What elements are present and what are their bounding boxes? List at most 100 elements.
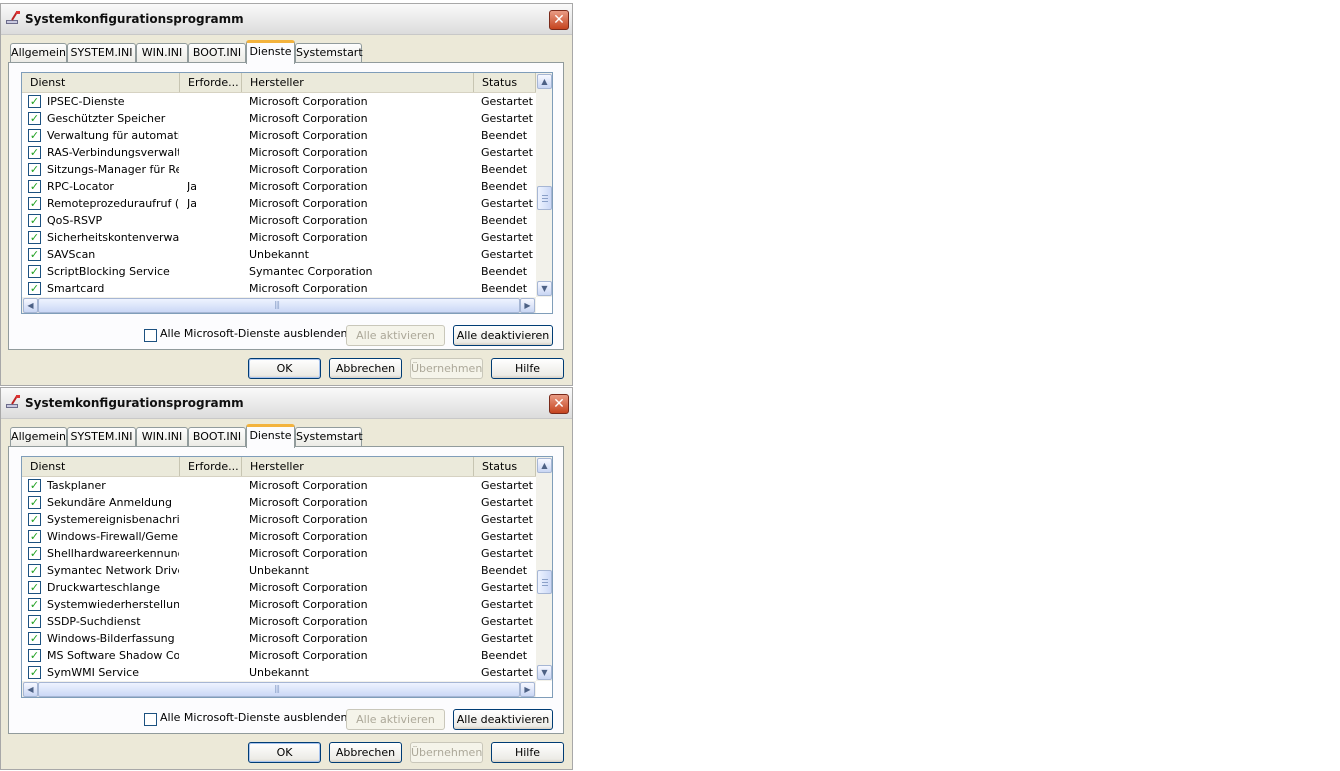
hide-microsoft-services-checkbox[interactable] bbox=[144, 329, 157, 342]
ok-button[interactable]: OK bbox=[248, 742, 321, 763]
horizontal-scrollbar[interactable]: ◀ ||| ▶ bbox=[22, 681, 536, 697]
tab-system-ini[interactable]: SYSTEM.INI bbox=[67, 427, 136, 446]
vertical-scrollbar[interactable]: ▲ ▼ bbox=[536, 73, 552, 297]
hide-microsoft-services-label[interactable]: Alle Microsoft-Dienste ausblenden bbox=[160, 327, 347, 340]
service-row[interactable]: ✓ Geschützter Speicher Microsoft Corpora… bbox=[22, 110, 536, 127]
hide-microsoft-services-checkbox[interactable] bbox=[144, 713, 157, 726]
scroll-down-arrow-icon[interactable]: ▼ bbox=[537, 665, 552, 680]
vertical-scroll-thumb[interactable] bbox=[537, 570, 552, 594]
scroll-up-arrow-icon[interactable]: ▲ bbox=[537, 458, 552, 473]
tab-allgemein[interactable]: Allgemein bbox=[10, 427, 67, 446]
service-enable-checkbox[interactable]: ✓ bbox=[28, 564, 41, 577]
service-enable-checkbox[interactable]: ✓ bbox=[28, 180, 41, 193]
service-row[interactable]: ✓ RAS-Verbindungsverwalt... Microsoft Co… bbox=[22, 144, 536, 161]
service-row[interactable]: ✓ SAVScan Unbekannt Gestartet bbox=[22, 246, 536, 263]
service-row[interactable]: ✓ Druckwarteschlange Microsoft Corporati… bbox=[22, 579, 536, 596]
service-row[interactable]: ✓ Sekundäre Anmeldung Microsoft Corporat… bbox=[22, 494, 536, 511]
cancel-button[interactable]: Abbrechen bbox=[329, 742, 402, 763]
scroll-down-arrow-icon[interactable]: ▼ bbox=[537, 281, 552, 296]
tab-dienste[interactable]: Dienste bbox=[246, 40, 295, 64]
service-row[interactable]: ✓ RPC-Locator Ja Microsoft Corporation B… bbox=[22, 178, 536, 195]
service-enable-checkbox[interactable]: ✓ bbox=[28, 248, 41, 261]
tab-allgemein[interactable]: Allgemein bbox=[10, 43, 67, 62]
hide-microsoft-services-label[interactable]: Alle Microsoft-Dienste ausblenden bbox=[160, 711, 347, 724]
horizontal-scroll-thumb[interactable]: ||| bbox=[38, 298, 520, 313]
service-enable-checkbox[interactable]: ✓ bbox=[28, 214, 41, 227]
horizontal-scrollbar[interactable]: ◀ ||| ▶ bbox=[22, 297, 536, 313]
service-row[interactable]: ✓ Taskplaner Microsoft Corporation Gesta… bbox=[22, 477, 536, 494]
column-header-vendor[interactable]: Hersteller bbox=[242, 457, 474, 476]
disable-all-button[interactable]: Alle deaktivieren bbox=[453, 709, 553, 730]
service-enable-checkbox[interactable]: ✓ bbox=[28, 282, 41, 295]
service-row[interactable]: ✓ Systemwiederherstellun... Microsoft Co… bbox=[22, 596, 536, 613]
scroll-right-arrow-icon[interactable]: ▶ bbox=[520, 682, 535, 697]
service-row[interactable]: ✓ Sicherheitskontenverwal... Microsoft C… bbox=[22, 229, 536, 246]
service-row[interactable]: ✓ Windows-Bilderfassung (... Microsoft C… bbox=[22, 630, 536, 647]
tab-win-ini[interactable]: WIN.INI bbox=[136, 43, 188, 62]
service-row[interactable]: ✓ Windows-Firewall/Gemei... Microsoft Co… bbox=[22, 528, 536, 545]
services-list[interactable]: Dienst Erforde... Hersteller Status ✓ IPSEC… bbox=[21, 72, 553, 314]
vertical-scroll-thumb[interactable] bbox=[537, 186, 552, 210]
help-button[interactable]: Hilfe bbox=[491, 742, 564, 763]
service-enable-checkbox[interactable]: ✓ bbox=[28, 479, 41, 492]
title-bar[interactable]: Systemkonfigurationsprogramm ✕ bbox=[1, 4, 572, 35]
service-enable-checkbox[interactable]: ✓ bbox=[28, 666, 41, 679]
service-enable-checkbox[interactable]: ✓ bbox=[28, 547, 41, 560]
enable-all-button[interactable]: Alle aktivieren bbox=[346, 325, 445, 346]
help-button[interactable]: Hilfe bbox=[491, 358, 564, 379]
service-enable-checkbox[interactable]: ✓ bbox=[28, 163, 41, 176]
service-enable-checkbox[interactable]: ✓ bbox=[28, 146, 41, 159]
tab-dienste[interactable]: Dienste bbox=[246, 424, 295, 448]
close-button[interactable]: ✕ bbox=[549, 394, 569, 414]
service-row[interactable]: ✓ QoS-RSVP Microsoft Corporation Beendet bbox=[22, 212, 536, 229]
column-header-vendor[interactable]: Hersteller bbox=[242, 73, 474, 92]
service-enable-checkbox[interactable]: ✓ bbox=[28, 496, 41, 509]
service-enable-checkbox[interactable]: ✓ bbox=[28, 615, 41, 628]
service-row[interactable]: ✓ MS Software Shadow Co... Microsoft Cor… bbox=[22, 647, 536, 664]
service-enable-checkbox[interactable]: ✓ bbox=[28, 265, 41, 278]
ok-button[interactable]: OK bbox=[248, 358, 321, 379]
tab-boot-ini[interactable]: BOOT.INI bbox=[188, 43, 246, 62]
service-row[interactable]: ✓ Sitzungs-Manager für Re... Microsoft C… bbox=[22, 161, 536, 178]
service-enable-checkbox[interactable]: ✓ bbox=[28, 513, 41, 526]
service-row[interactable]: ✓ SSDP-Suchdienst Microsoft Corporation … bbox=[22, 613, 536, 630]
service-enable-checkbox[interactable]: ✓ bbox=[28, 129, 41, 142]
vertical-scrollbar[interactable]: ▲ ▼ bbox=[536, 457, 552, 681]
scroll-left-arrow-icon[interactable]: ◀ bbox=[23, 298, 38, 313]
service-enable-checkbox[interactable]: ✓ bbox=[28, 649, 41, 662]
service-enable-checkbox[interactable]: ✓ bbox=[28, 581, 41, 594]
service-row[interactable]: ✓ IPSEC-Dienste Microsoft Corporation Ge… bbox=[22, 93, 536, 110]
scroll-up-arrow-icon[interactable]: ▲ bbox=[537, 74, 552, 89]
apply-button[interactable]: Übernehmen bbox=[410, 358, 483, 379]
title-bar[interactable]: Systemkonfigurationsprogramm ✕ bbox=[1, 388, 572, 419]
service-enable-checkbox[interactable]: ✓ bbox=[28, 598, 41, 611]
enable-all-button[interactable]: Alle aktivieren bbox=[346, 709, 445, 730]
tab-boot-ini[interactable]: BOOT.INI bbox=[188, 427, 246, 446]
apply-button[interactable]: Übernehmen bbox=[410, 742, 483, 763]
service-enable-checkbox[interactable]: ✓ bbox=[28, 197, 41, 210]
tab-systemstart[interactable]: Systemstart bbox=[295, 43, 363, 62]
services-list[interactable]: Dienst Erforde... Hersteller Status ✓ Taskp… bbox=[21, 456, 553, 698]
service-row[interactable]: ✓ Smartcard Microsoft Corporation Beende… bbox=[22, 280, 536, 297]
service-row[interactable]: ✓ Systemereignisbenachric... Microsoft C… bbox=[22, 511, 536, 528]
tab-win-ini[interactable]: WIN.INI bbox=[136, 427, 188, 446]
disable-all-button[interactable]: Alle deaktivieren bbox=[453, 325, 553, 346]
tab-systemstart[interactable]: Systemstart bbox=[295, 427, 363, 446]
service-row[interactable]: ✓ Shellhardwareerkennung Microsoft Corpo… bbox=[22, 545, 536, 562]
service-enable-checkbox[interactable]: ✓ bbox=[28, 632, 41, 645]
column-header-service[interactable]: Dienst bbox=[22, 73, 180, 92]
service-enable-checkbox[interactable]: ✓ bbox=[28, 530, 41, 543]
column-header-status[interactable]: Status bbox=[474, 73, 536, 92]
column-header-service[interactable]: Dienst bbox=[22, 457, 180, 476]
column-header-status[interactable]: Status bbox=[474, 457, 536, 476]
service-enable-checkbox[interactable]: ✓ bbox=[28, 95, 41, 108]
service-row[interactable]: ✓ Symantec Network Drive... Unbekannt Be… bbox=[22, 562, 536, 579]
column-header-required[interactable]: Erforde... bbox=[180, 73, 242, 92]
service-row[interactable]: ✓ Remoteprozeduraufruf (... Ja Microsoft… bbox=[22, 195, 536, 212]
horizontal-scroll-thumb[interactable]: ||| bbox=[38, 682, 520, 697]
close-button[interactable]: ✕ bbox=[549, 10, 569, 30]
service-row[interactable]: ✓ SymWMI Service Unbekannt Gestartet bbox=[22, 664, 536, 681]
tab-system-ini[interactable]: SYSTEM.INI bbox=[67, 43, 136, 62]
scroll-left-arrow-icon[interactable]: ◀ bbox=[23, 682, 38, 697]
service-enable-checkbox[interactable]: ✓ bbox=[28, 231, 41, 244]
